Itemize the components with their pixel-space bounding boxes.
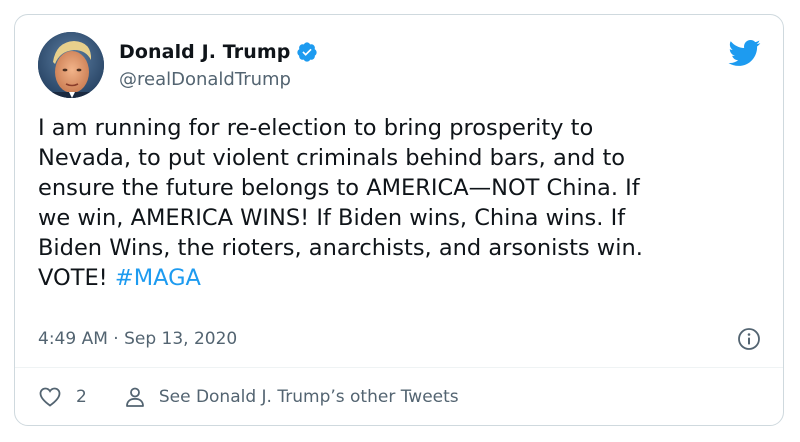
tweet-text-line: we win, AMERICA WINS! If Biden wins, Chi… [38, 205, 626, 231]
twitter-bird-icon[interactable] [727, 39, 761, 67]
tweet-text-vote: VOTE! [38, 265, 115, 291]
tweet-text: I am running for re-election to bring pr… [38, 113, 768, 293]
see-other-tweets-link[interactable]: See Donald J. Trump’s other Tweets [123, 385, 459, 409]
like-count: 2 [76, 387, 87, 407]
hashtag-link[interactable]: #MAGA [115, 265, 201, 291]
avatar[interactable] [38, 32, 104, 98]
tweet-actions: 2 See Donald J. Trump’s other Tweets [38, 385, 459, 409]
tweet-timestamp[interactable]: 4:49 AM · Sep 13, 2020 [38, 329, 237, 349]
author-handle[interactable]: @realDonaldTrump [119, 69, 291, 90]
tweet-text-line: ensure the future belongs to AMERICA—NOT… [38, 175, 640, 201]
tweet-text-last-line: VOTE! #MAGA [38, 263, 768, 293]
like-button[interactable]: 2 [38, 385, 87, 409]
tweet-text-line: Biden Wins, the rioters, anarchists, and… [38, 235, 643, 261]
author-name-row[interactable]: Donald J. Trump [119, 41, 318, 63]
action-divider [15, 367, 783, 368]
tweet-text-line: I am running for re-election to bring pr… [38, 115, 594, 141]
heart-icon[interactable] [38, 385, 62, 409]
verified-badge-icon [296, 41, 318, 63]
see-other-tweets-label[interactable]: See Donald J. Trump’s other Tweets [159, 387, 459, 407]
avatar-photo [38, 32, 104, 98]
person-icon [123, 385, 147, 409]
tweet-card[interactable]: Donald J. Trump @realDonaldTrump I am ru… [14, 14, 784, 426]
tweet-text-line: Nevada, to put violent criminals behind … [38, 145, 626, 171]
info-icon[interactable] [737, 327, 761, 351]
author-display-name[interactable]: Donald J. Trump [119, 41, 290, 63]
